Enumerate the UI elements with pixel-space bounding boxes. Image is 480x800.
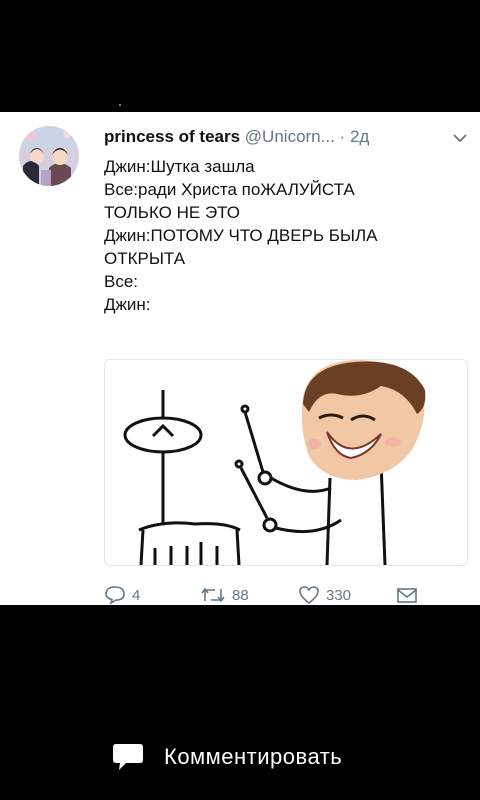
tweet-actions: 4 88 330 bbox=[104, 583, 434, 607]
comment-button[interactable]: Комментировать bbox=[112, 742, 342, 772]
tweet-header: princess of tears @Unicorn... · 2д bbox=[104, 127, 369, 149]
dm-button[interactable] bbox=[396, 583, 418, 607]
avatar-image bbox=[19, 126, 79, 186]
tweet-text-line: Джин:ПОТОМУ ЧТО ДВЕРЬ БЫЛА bbox=[104, 226, 378, 245]
tweet-text: Джин:Шутка зашла Все:ради Христа поЖАЛУЙ… bbox=[104, 155, 464, 316]
tweet-text-line: Джин:Шутка зашла bbox=[104, 157, 255, 176]
like-count: 330 bbox=[326, 586, 352, 604]
retweet-icon bbox=[201, 587, 225, 603]
tweet-text-line: ОТКРЫТА bbox=[104, 249, 186, 268]
retweet-count: 88 bbox=[232, 586, 249, 604]
tweet-media[interactable] bbox=[104, 359, 468, 566]
display-name[interactable]: princess of tears bbox=[104, 127, 240, 146]
like-button[interactable]: 330 bbox=[298, 583, 351, 607]
meme-drawing bbox=[123, 360, 426, 565]
reply-button[interactable]: 4 bbox=[104, 583, 140, 607]
reply-icon bbox=[105, 586, 125, 605]
retweet-button[interactable]: 88 bbox=[200, 583, 249, 607]
tweet-text-line: ТОЛЬКО НЕ ЭТО bbox=[104, 203, 241, 222]
separator: · bbox=[339, 127, 346, 146]
tweet-text-line: Все: bbox=[104, 272, 139, 291]
tweet-text-line: Все:ради Христа поЖАЛУЙСТА bbox=[104, 180, 355, 199]
tweet-text-line: Джин: bbox=[104, 295, 151, 314]
comment-label: Комментировать bbox=[164, 744, 343, 769]
speech-bubble-icon bbox=[113, 744, 143, 770]
envelope-icon bbox=[397, 588, 417, 603]
avatar[interactable] bbox=[19, 126, 79, 186]
chevron-down-icon[interactable] bbox=[453, 131, 467, 143]
reply-count: 4 bbox=[132, 586, 141, 604]
user-handle[interactable]: @Unicorn... bbox=[245, 127, 335, 146]
heart-icon bbox=[299, 586, 319, 605]
tweet-time[interactable]: 2д bbox=[350, 127, 369, 146]
separator-dot bbox=[119, 104, 121, 106]
